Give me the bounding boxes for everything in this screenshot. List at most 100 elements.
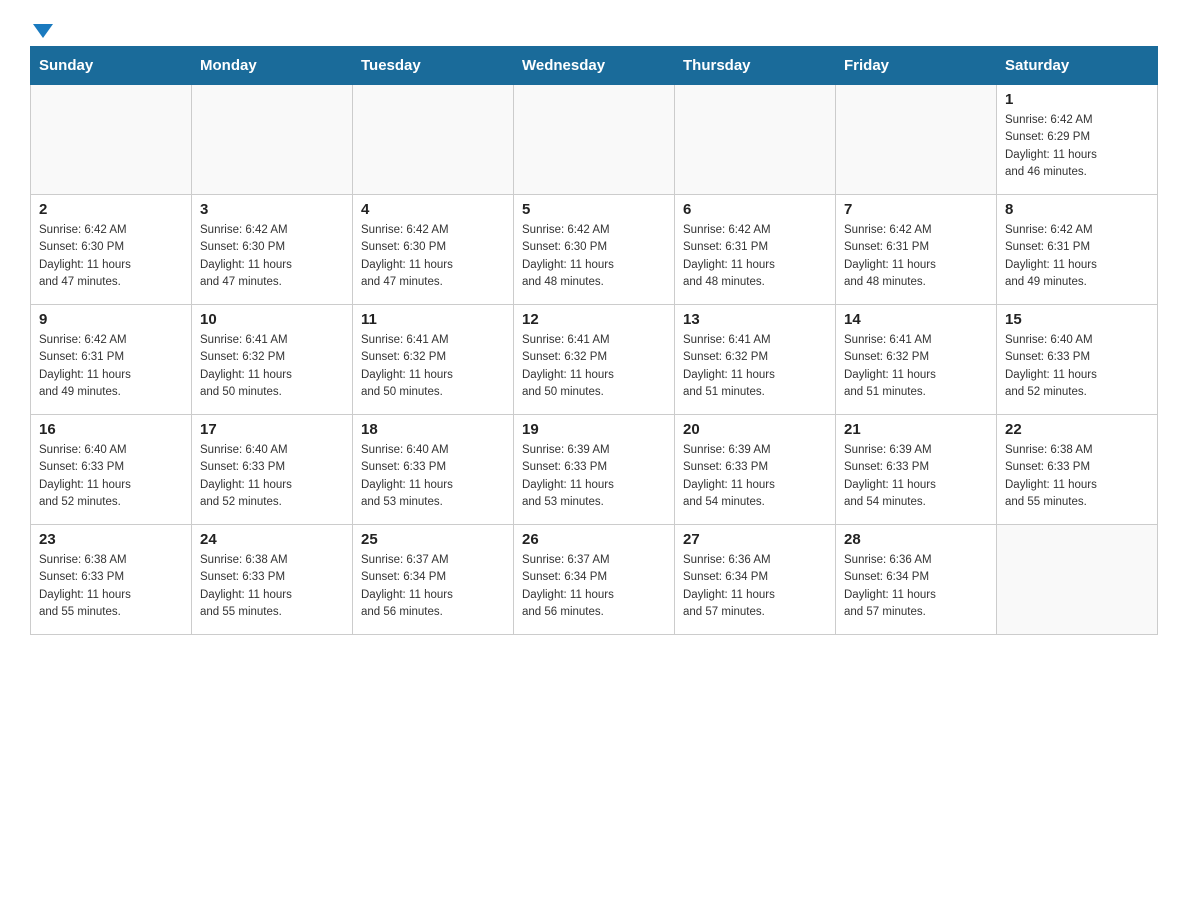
day-number: 5 [522,201,666,218]
day-number: 14 [844,311,988,328]
day-number: 12 [522,311,666,328]
day-info: Sunrise: 6:40 AM Sunset: 6:33 PM Dayligh… [200,442,344,511]
day-info: Sunrise: 6:38 AM Sunset: 6:33 PM Dayligh… [39,552,183,621]
weekday-header-sunday: Sunday [31,47,192,85]
calendar-cell: 22 Sunrise: 6:38 AM Sunset: 6:33 PM Dayli… [997,415,1158,525]
weekday-header-thursday: Thursday [675,47,836,85]
day-number: 17 [200,421,344,438]
weekday-header-tuesday: Tuesday [353,47,514,85]
day-number: 3 [200,201,344,218]
day-info: Sunrise: 6:42 AM Sunset: 6:30 PM Dayligh… [522,222,666,291]
calendar-cell: 28 Sunrise: 6:36 AM Sunset: 6:34 PM Dayli… [836,525,997,635]
day-number: 2 [39,201,183,218]
calendar-cell [514,85,675,195]
logo-general-text [30,20,53,38]
calendar-cell: 13 Sunrise: 6:41 AM Sunset: 6:32 PM Dayli… [675,305,836,415]
day-number: 13 [683,311,827,328]
day-info: Sunrise: 6:36 AM Sunset: 6:34 PM Dayligh… [844,552,988,621]
calendar-cell: 16 Sunrise: 6:40 AM Sunset: 6:33 PM Dayli… [31,415,192,525]
day-number: 7 [844,201,988,218]
day-number: 19 [522,421,666,438]
calendar-cell: 3 Sunrise: 6:42 AM Sunset: 6:30 PM Daylig… [192,195,353,305]
calendar-week-row: 16 Sunrise: 6:40 AM Sunset: 6:33 PM Dayli… [31,415,1158,525]
calendar-cell [31,85,192,195]
calendar-cell: 24Sunrise: 6:38 AM Sunset: 6:33 PM Dayli… [192,525,353,635]
logo-triangle-icon [33,24,53,38]
day-number: 11 [361,311,505,328]
day-number: 26 [522,531,666,548]
day-info: Sunrise: 6:39 AM Sunset: 6:33 PM Dayligh… [683,442,827,511]
calendar-cell: 18 Sunrise: 6:40 AM Sunset: 6:33 PM Dayli… [353,415,514,525]
day-info: Sunrise: 6:38 AM Sunset: 6:33 PM Dayligh… [1005,442,1149,511]
calendar-week-row: 2 Sunrise: 6:42 AM Sunset: 6:30 PM Daylig… [31,195,1158,305]
calendar-cell: 12 Sunrise: 6:41 AM Sunset: 6:32 PM Dayli… [514,305,675,415]
calendar-cell [192,85,353,195]
calendar-week-row: 1 Sunrise: 6:42 AM Sunset: 6:29 PM Daylig… [31,85,1158,195]
day-number: 20 [683,421,827,438]
calendar-cell [675,85,836,195]
calendar-cell: 4 Sunrise: 6:42 AM Sunset: 6:30 PM Daylig… [353,195,514,305]
day-number: 22 [1005,421,1149,438]
day-info: Sunrise: 6:41 AM Sunset: 6:32 PM Dayligh… [200,332,344,401]
weekday-header-friday: Friday [836,47,997,85]
calendar-cell: 26 Sunrise: 6:37 AM Sunset: 6:34 PM Dayli… [514,525,675,635]
calendar-cell [997,525,1158,635]
day-number: 27 [683,531,827,548]
day-number: 10 [200,311,344,328]
calendar-cell: 17 Sunrise: 6:40 AM Sunset: 6:33 PM Dayli… [192,415,353,525]
weekday-header-monday: Monday [192,47,353,85]
day-info: Sunrise: 6:41 AM Sunset: 6:32 PM Dayligh… [683,332,827,401]
calendar-cell: 27 Sunrise: 6:36 AM Sunset: 6:34 PM Dayli… [675,525,836,635]
day-info: Sunrise: 6:42 AM Sunset: 6:30 PM Dayligh… [361,222,505,291]
day-info: Sunrise: 6:42 AM Sunset: 6:29 PM Dayligh… [1005,112,1149,181]
calendar-week-row: 23 Sunrise: 6:38 AM Sunset: 6:33 PM Dayli… [31,525,1158,635]
day-number: 8 [1005,201,1149,218]
day-number: 4 [361,201,505,218]
day-info: Sunrise: 6:40 AM Sunset: 6:33 PM Dayligh… [361,442,505,511]
day-number: 16 [39,421,183,438]
day-number: 9 [39,311,183,328]
day-info: Sunrise: 6:42 AM Sunset: 6:30 PM Dayligh… [39,222,183,291]
calendar-cell: 2 Sunrise: 6:42 AM Sunset: 6:30 PM Daylig… [31,195,192,305]
day-number: 23 [39,531,183,548]
day-info: Sunrise: 6:37 AM Sunset: 6:34 PM Dayligh… [361,552,505,621]
calendar-week-row: 9 Sunrise: 6:42 AM Sunset: 6:31 PM Daylig… [31,305,1158,415]
day-number: 24 [200,531,344,548]
calendar-cell: 10 Sunrise: 6:41 AM Sunset: 6:32 PM Dayli… [192,305,353,415]
day-info: Sunrise: 6:42 AM Sunset: 6:30 PM Dayligh… [200,222,344,291]
day-number: 18 [361,421,505,438]
day-info: Sunrise: 6:36 AM Sunset: 6:34 PM Dayligh… [683,552,827,621]
day-number: 28 [844,531,988,548]
day-info: Sunrise: 6:41 AM Sunset: 6:32 PM Dayligh… [844,332,988,401]
day-number: 1 [1005,91,1149,108]
calendar-cell [353,85,514,195]
calendar-cell: 11Sunrise: 6:41 AM Sunset: 6:32 PM Dayli… [353,305,514,415]
day-info: Sunrise: 6:42 AM Sunset: 6:31 PM Dayligh… [39,332,183,401]
calendar-header-row: SundayMondayTuesdayWednesdayThursdayFrid… [31,47,1158,85]
calendar-cell: 23 Sunrise: 6:38 AM Sunset: 6:33 PM Dayli… [31,525,192,635]
day-number: 6 [683,201,827,218]
calendar-cell: 14 Sunrise: 6:41 AM Sunset: 6:32 PM Dayli… [836,305,997,415]
logo [30,20,53,36]
calendar-cell: 9 Sunrise: 6:42 AM Sunset: 6:31 PM Daylig… [31,305,192,415]
day-info: Sunrise: 6:42 AM Sunset: 6:31 PM Dayligh… [683,222,827,291]
day-info: Sunrise: 6:40 AM Sunset: 6:33 PM Dayligh… [39,442,183,511]
day-info: Sunrise: 6:39 AM Sunset: 6:33 PM Dayligh… [844,442,988,511]
day-info: Sunrise: 6:37 AM Sunset: 6:34 PM Dayligh… [522,552,666,621]
calendar-cell: 19 Sunrise: 6:39 AM Sunset: 6:33 PM Dayli… [514,415,675,525]
day-info: Sunrise: 6:39 AM Sunset: 6:33 PM Dayligh… [522,442,666,511]
day-info: Sunrise: 6:42 AM Sunset: 6:31 PM Dayligh… [844,222,988,291]
calendar-cell [836,85,997,195]
calendar-cell: 20 Sunrise: 6:39 AM Sunset: 6:33 PM Dayli… [675,415,836,525]
day-info: Sunrise: 6:41 AM Sunset: 6:32 PM Dayligh… [522,332,666,401]
day-info: Sunrise: 6:42 AM Sunset: 6:31 PM Dayligh… [1005,222,1149,291]
weekday-header-wednesday: Wednesday [514,47,675,85]
day-number: 21 [844,421,988,438]
calendar-table: SundayMondayTuesdayWednesdayThursdayFrid… [30,46,1158,635]
day-info: Sunrise: 6:40 AM Sunset: 6:33 PM Dayligh… [1005,332,1149,401]
calendar-cell: 7 Sunrise: 6:42 AM Sunset: 6:31 PM Daylig… [836,195,997,305]
calendar-cell: 25Sunrise: 6:37 AM Sunset: 6:34 PM Dayli… [353,525,514,635]
page-header [30,20,1158,36]
calendar-cell: 5 Sunrise: 6:42 AM Sunset: 6:30 PM Daylig… [514,195,675,305]
calendar-cell: 15Sunrise: 6:40 AM Sunset: 6:33 PM Dayli… [997,305,1158,415]
